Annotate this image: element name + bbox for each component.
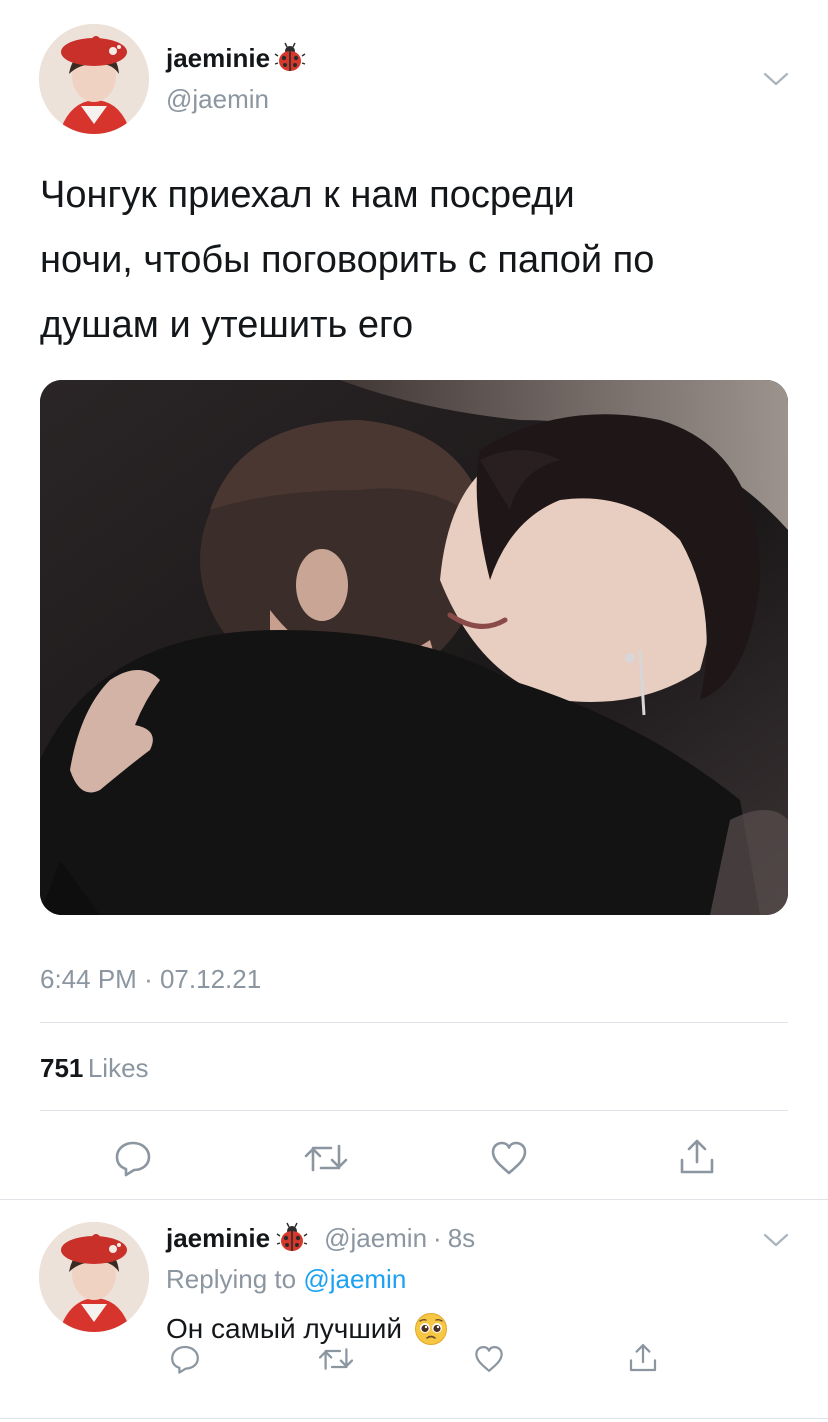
divider: [40, 1110, 788, 1111]
share-icon[interactable]: [674, 1133, 720, 1181]
heart-icon[interactable]: [470, 1340, 508, 1378]
reply-age: 8s: [447, 1222, 476, 1253]
replying-to-prefix: Replying to: [166, 1264, 297, 1294]
timestamp-separator: ·: [144, 964, 153, 994]
retweet-icon[interactable]: [298, 1135, 354, 1181]
author-name[interactable]: jaeminie: [166, 43, 270, 74]
chevron-down-icon[interactable]: [758, 64, 794, 94]
replying-to-handle[interactable]: @jaemin: [303, 1264, 406, 1294]
ladybug-icon: [274, 42, 306, 74]
heart-icon[interactable]: [486, 1135, 532, 1181]
divider: [40, 1022, 788, 1023]
reply-icon[interactable]: [166, 1340, 204, 1378]
share-icon[interactable]: [624, 1338, 662, 1378]
pleading-face-icon: [414, 1312, 448, 1346]
chevron-down-icon[interactable]: [758, 1226, 794, 1254]
ladybug-icon: [276, 1222, 308, 1254]
tweet-text-line: Чонгук приехал к нам посреди: [40, 174, 575, 216]
tweet-time: 6:44 PM: [40, 964, 137, 994]
tweet-text-line: душам и утешить его: [40, 304, 414, 346]
tweet-timestamp: 6:44 PM · 07.12.21: [40, 964, 261, 995]
reply-author-name[interactable]: jaeminie: [166, 1223, 270, 1254]
retweet-icon[interactable]: [314, 1340, 358, 1378]
divider: [0, 1199, 828, 1200]
reply-icon[interactable]: [110, 1135, 156, 1181]
tweet-photo[interactable]: [40, 380, 788, 915]
author-avatar[interactable]: [39, 24, 149, 134]
likes-stat[interactable]: 751 Likes: [40, 1053, 149, 1084]
replying-to: Replying to @jaemin: [166, 1264, 406, 1295]
reply-meta-separator: ·: [433, 1222, 442, 1253]
tweet-date: 07.12.21: [159, 964, 262, 994]
tweet-text-line: ночи, чтобы поговорить с папой по: [40, 239, 655, 281]
tweet-text: Чонгук приехал к нам посреди ночи, чтобы…: [40, 163, 780, 358]
author-handle[interactable]: @jaemin: [166, 84, 269, 115]
reply-author-avatar[interactable]: [39, 1222, 149, 1332]
divider: [0, 1418, 828, 1419]
likes-count: 751: [40, 1053, 84, 1083]
likes-label: Likes: [87, 1053, 149, 1083]
reply-author-handle[interactable]: @jaemin: [324, 1223, 427, 1254]
